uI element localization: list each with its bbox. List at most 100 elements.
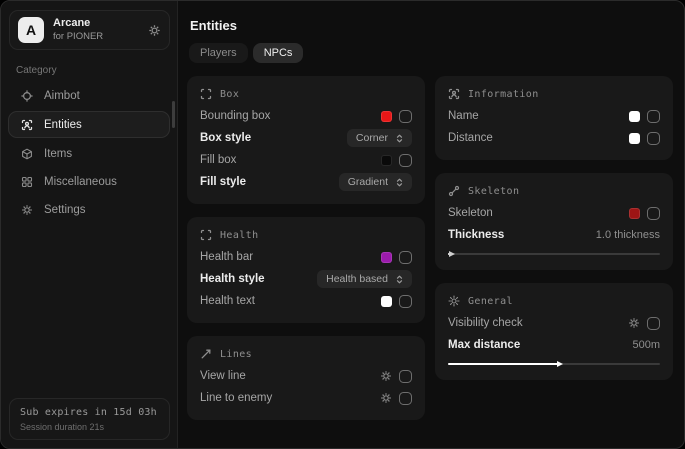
max-distance-slider[interactable] — [448, 359, 660, 369]
fill-box-row: Fill box — [200, 149, 412, 171]
card-title: Lines — [220, 349, 252, 360]
row-label: Box style — [200, 132, 251, 144]
session-duration: Session duration 21s — [20, 422, 159, 432]
box-style-dropdown[interactable]: Corner — [347, 129, 412, 147]
card-title: Skeleton — [468, 186, 519, 197]
health-card: Health Health bar Health style Health ba… — [187, 217, 425, 323]
thickness-slider[interactable] — [448, 249, 660, 259]
row-label: Max distance — [448, 339, 520, 351]
row-label: Visibility check — [448, 317, 523, 329]
line-to-enemy-settings-icon[interactable] — [380, 392, 392, 404]
row-label: Line to enemy — [200, 392, 272, 404]
entity-tabs: Players NPCs — [189, 43, 675, 63]
health-text-color-swatch[interactable] — [381, 296, 392, 307]
visibility-check-settings-icon[interactable] — [628, 317, 640, 329]
sidebar-item-aimbot[interactable]: Aimbot — [1, 82, 177, 109]
view-line-settings-icon[interactable] — [380, 370, 392, 382]
bounding-box-checkbox[interactable] — [399, 110, 412, 123]
max-distance-value: 500m — [632, 339, 660, 351]
lines-card-header: Lines — [200, 348, 412, 360]
skeleton-card: Skeleton Skeleton Thickness 1.0 thicknes… — [435, 173, 673, 270]
sidebar: A Arcane for PIONER Category Aimbot Enti… — [1, 1, 178, 448]
sidebar-scrollbar-thumb[interactable] — [172, 101, 175, 128]
skeleton-color-swatch[interactable] — [629, 208, 640, 219]
row-label: Health style — [200, 273, 265, 285]
sidebar-item-label: Entities — [44, 119, 82, 131]
sidebar-item-items[interactable]: Items — [1, 140, 177, 167]
general-card: General Visibility check Max distance 50… — [435, 283, 673, 380]
fill-box-checkbox[interactable] — [399, 154, 412, 167]
visibility-check-row: Visibility check — [448, 312, 660, 334]
person-scan-icon — [21, 119, 33, 131]
thickness-value: 1.0 thickness — [596, 229, 660, 241]
unfold-icon — [394, 133, 405, 144]
fill-box-color-swatch[interactable] — [381, 155, 392, 166]
tab-players[interactable]: Players — [189, 43, 248, 63]
information-card: Information Name Distance — [435, 76, 673, 160]
right-column: Information Name Distance — [435, 76, 673, 380]
row-label: View line — [200, 370, 246, 382]
dropdown-value: Gradient — [348, 176, 388, 188]
row-label: Fill box — [200, 154, 236, 166]
card-title: General — [468, 296, 513, 307]
app-window: A Arcane for PIONER Category Aimbot Enti… — [0, 0, 685, 449]
card-title: Information — [468, 89, 539, 100]
thickness-row: Thickness 1.0 thickness — [448, 224, 660, 246]
tab-npcs[interactable]: NPCs — [253, 43, 304, 63]
category-label: Category — [16, 65, 177, 76]
distance-color-swatch[interactable] — [629, 133, 640, 144]
account-settings-icon[interactable] — [148, 24, 161, 37]
sidebar-nav: Aimbot Entities Items Miscellaneous Sett… — [1, 82, 177, 224]
sidebar-item-entities[interactable]: Entities — [8, 111, 170, 138]
fill-style-dropdown[interactable]: Gradient — [339, 173, 412, 191]
distance-checkbox[interactable] — [647, 132, 660, 145]
slider-fill — [448, 363, 558, 365]
bounding-box-color-swatch[interactable] — [381, 111, 392, 122]
diagonal-line-icon — [200, 348, 212, 360]
health-bar-row: Health bar — [200, 246, 412, 268]
row-label: Name — [448, 110, 479, 122]
health-corners-icon — [200, 229, 212, 241]
sidebar-item-label: Settings — [44, 204, 86, 216]
subscription-card: Sub expires in 15d 03h Session duration … — [9, 398, 170, 440]
health-bar-color-swatch[interactable] — [381, 252, 392, 263]
app-subtitle: for PIONER — [53, 32, 139, 43]
card-title: Health — [220, 230, 259, 241]
row-label: Bounding box — [200, 110, 270, 122]
distance-row: Distance — [448, 127, 660, 149]
line-to-enemy-row: Line to enemy — [200, 387, 412, 409]
health-text-checkbox[interactable] — [399, 295, 412, 308]
view-line-checkbox[interactable] — [399, 370, 412, 383]
slider-track — [448, 253, 660, 255]
page-title: Entities — [190, 18, 675, 33]
cube-icon — [21, 148, 33, 160]
line-to-enemy-checkbox[interactable] — [399, 392, 412, 405]
app-name: Arcane — [53, 17, 139, 30]
health-bar-checkbox[interactable] — [399, 251, 412, 264]
name-color-swatch[interactable] — [629, 111, 640, 122]
row-label: Distance — [448, 132, 493, 144]
unfold-icon — [394, 177, 405, 188]
health-style-dropdown[interactable]: Health based — [317, 270, 412, 288]
slider-handle[interactable] — [449, 251, 455, 257]
slider-handle[interactable] — [557, 361, 563, 367]
sidebar-item-label: Miscellaneous — [44, 176, 117, 188]
sidebar-item-settings[interactable]: Settings — [1, 196, 177, 223]
visibility-check-checkbox[interactable] — [647, 317, 660, 330]
box-corners-icon — [200, 88, 212, 100]
skeleton-checkbox[interactable] — [647, 207, 660, 220]
info-scan-icon — [448, 88, 460, 100]
card-title: Box — [220, 89, 239, 100]
bounding-box-row: Bounding box — [200, 105, 412, 127]
view-line-row: View line — [200, 365, 412, 387]
box-card-header: Box — [200, 88, 412, 100]
row-label: Skeleton — [448, 207, 493, 219]
sidebar-item-miscellaneous[interactable]: Miscellaneous — [1, 168, 177, 195]
lines-card: Lines View line Line to enemy — [187, 336, 425, 420]
row-label: Fill style — [200, 176, 246, 188]
unfold-icon — [394, 274, 405, 285]
box-style-row: Box style Corner — [200, 127, 412, 149]
name-checkbox[interactable] — [647, 110, 660, 123]
sidebar-item-label: Items — [44, 148, 72, 160]
information-card-header: Information — [448, 88, 660, 100]
